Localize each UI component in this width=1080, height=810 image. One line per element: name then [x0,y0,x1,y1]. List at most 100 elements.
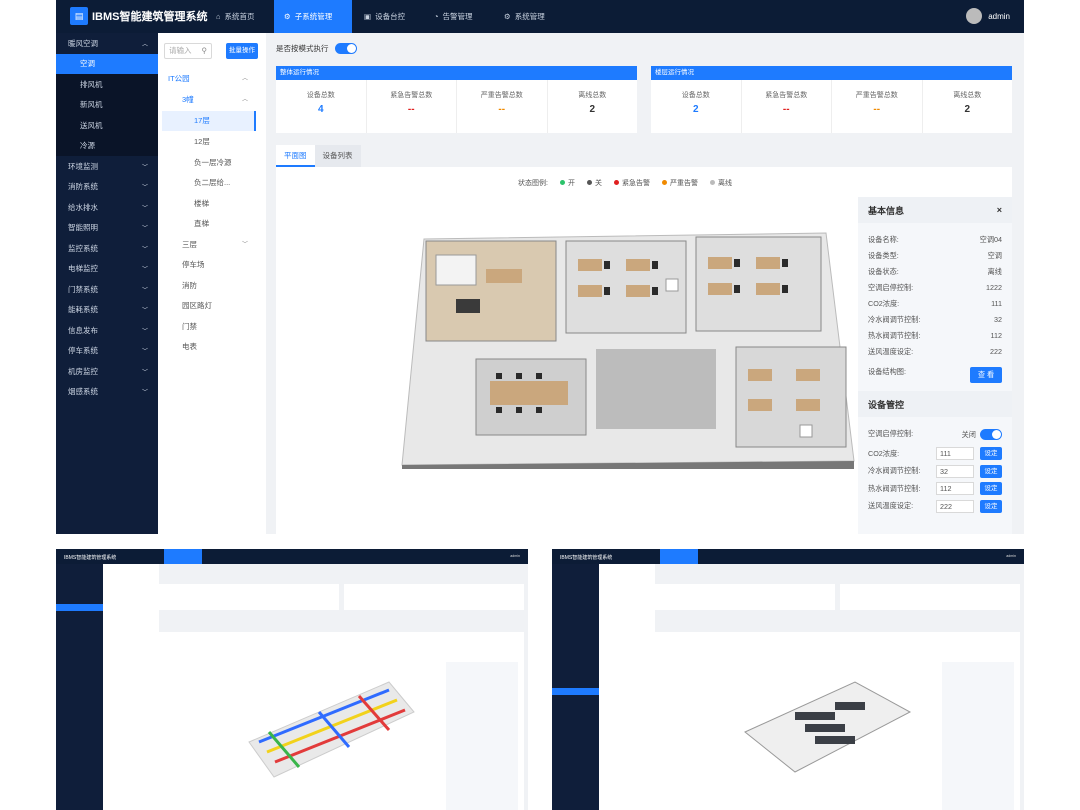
view-tabs: 平面图 设备列表 [276,145,361,167]
sidebar-item[interactable]: 排风机 [56,74,158,95]
stat-card: 严重告警总数 -- [832,80,923,133]
sidebar-group[interactable]: 智能照明 ﹀ [56,218,158,239]
nav-home[interactable]: ⌂ 系统首页 [206,0,265,33]
legend-item: 离线 [709,178,732,188]
search-input[interactable]: 请输入 ⚲ [164,43,212,59]
tree-node[interactable]: 电表 [182,337,197,357]
info-field: 送风温度设定: 222 [868,347,1002,357]
thumb-active-nav [660,549,698,564]
chevron-down-icon: ﹀ [141,349,148,356]
linkage-toggle[interactable] [334,43,357,54]
legend-item: 关 [586,178,602,188]
control-input[interactable]: 222 [936,499,974,513]
status-dot-icon [613,180,619,185]
stat-card: 设备总数 2 [651,80,742,133]
sidebar-item[interactable]: 冷源 [56,135,158,156]
tree-node[interactable]: 3幢 [182,90,194,110]
user-menu[interactable]: admin [966,8,1010,24]
thumb-panel-1 [655,584,835,610]
thumb-title: IBMS智能建筑管理系统 [64,555,117,561]
info-field-value: 112 [990,331,1002,340]
info-field: CO2浓度: 111 [868,299,1002,309]
thumbnail-server-room: IBMS智能建筑管理系统 admin [552,549,1024,810]
legend-item: 严重告警 [661,178,698,188]
tab-device-list[interactable]: 设备列表 [314,145,361,167]
manager-desk [486,269,522,283]
top-bar: ▤ IBMS智能建筑管理系统 ⌂ 系统首页 ⚙ 子系统管理 ▣ 设备台控 ◔ 告警管理 … [56,0,1024,33]
app-logo[interactable]: ▤ IBMS智能建筑管理系统 [70,7,208,25]
thumb-main [159,564,528,810]
nav-subsystem-label: 子系统管理 [294,12,333,21]
sidebar-group[interactable]: 信息发布 ﹀ [56,320,158,341]
set-button[interactable]: 设定 [980,499,1002,513]
set-button[interactable]: 设定 [980,447,1002,460]
set-button[interactable]: 设定 [980,482,1002,495]
nav-alarm-label: 告警管理 [442,12,473,21]
info-field-value: 1222 [986,283,1002,292]
thumb-title: IBMS智能建筑管理系统 [560,555,613,561]
control-row: 冷水阀调节控制: 32 设定 [868,464,1002,478]
thumb-info-panel [942,662,1014,810]
sidebar-item[interactable]: 空调 [56,53,158,74]
sidebar-group[interactable]: 暖风空调 ︿ [56,33,158,54]
sidebar-group[interactable]: 门禁系统 ﹀ [56,279,158,300]
sidebar-group[interactable]: 停车系统 ﹀ [56,341,158,362]
sidebar-group[interactable]: 消防系统 ﹀ [56,177,158,198]
nav-subsystem[interactable]: ⚙ 子系统管理 [274,0,352,33]
view-button[interactable]: 查 看 [970,367,1002,383]
sidebar-group[interactable]: 环境监测 ﹀ [56,156,158,177]
chevron-down-icon: ﹀ [141,369,148,376]
tree-node[interactable]: 负一层冷源 [194,153,232,173]
sidebar-group[interactable]: 电梯监控 ﹀ [56,259,158,280]
ac-unit-icon[interactable] [665,278,679,292]
thumb-active-item [56,604,103,611]
thumb-user: admin [510,554,520,558]
close-icon[interactable]: × [997,205,1002,215]
tree-node[interactable]: 17层 [162,111,256,131]
batch-button[interactable]: 批量操作 [226,43,258,59]
control-input[interactable]: 111 [936,447,974,460]
tree-node[interactable]: 停车场 [182,255,205,275]
nav-device[interactable]: ▣ 设备台控 [354,0,415,33]
sidebar-group[interactable]: 机房监控 ﹀ [56,361,158,382]
control-title: 设备管控 [868,399,905,410]
sidebar-group-label: 机房监控 [68,366,98,376]
ac-unit-icon[interactable] [799,424,813,438]
tree-node[interactable]: IT公园 [168,69,190,89]
tree-node[interactable]: 消防 [182,276,197,296]
chevron-down-icon: ﹀ [141,287,148,294]
info-field-label: 冷水阀调节控制: [868,315,921,324]
tree-node[interactable]: 园区路灯 [182,296,212,316]
sidebar-group[interactable]: 监控系统 ﹀ [56,238,158,259]
sidebar-group[interactable]: 给水排水 ﹀ [56,197,158,218]
control-group: 222 设定 [936,499,1002,513]
chevron-down-icon: ﹀ [141,246,148,253]
nav-alarm[interactable]: ◔ 告警管理 [424,0,483,33]
tree-node[interactable]: 楼梯 [194,194,209,214]
control-input[interactable]: 112 [936,482,974,495]
sidebar-group[interactable]: 烟感系统 ﹀ [56,382,158,403]
ac-toggle[interactable] [980,429,1002,440]
tree-node[interactable]: 12层 [194,132,210,152]
tree-node[interactable]: 门禁 [182,317,197,337]
set-button[interactable]: 设定 [980,464,1002,478]
info-field-value: 111 [991,299,1002,308]
tree-node[interactable]: 负二层给... [194,173,230,193]
tree-node[interactable]: 直梯 [194,214,209,234]
sidebar-group[interactable]: 能耗系统 ﹀ [56,300,158,321]
tree-node[interactable]: 三层 [182,235,197,255]
sidebar-group-label: 信息发布 [68,325,98,335]
control-input[interactable]: 32 [936,464,974,478]
thumb-panel-2 [344,584,524,610]
info-field-label: 设备名称: [868,235,899,244]
chevron-up-icon: ︿ [242,76,249,82]
sidebar-item[interactable]: 新风机 [56,94,158,115]
stat-card: 严重告警总数 -- [457,80,548,133]
tab-floorplan[interactable]: 平面图 [276,145,315,167]
info-field-value: 222 [990,347,1002,356]
nav-system[interactable]: ⚙ 系统管理 [494,0,555,33]
info-field-label: 设备类型: [868,251,899,260]
sidebar-item[interactable]: 送风机 [56,115,158,136]
status-dot-icon [559,180,565,185]
office-floorplan-3d[interactable] [396,229,856,469]
